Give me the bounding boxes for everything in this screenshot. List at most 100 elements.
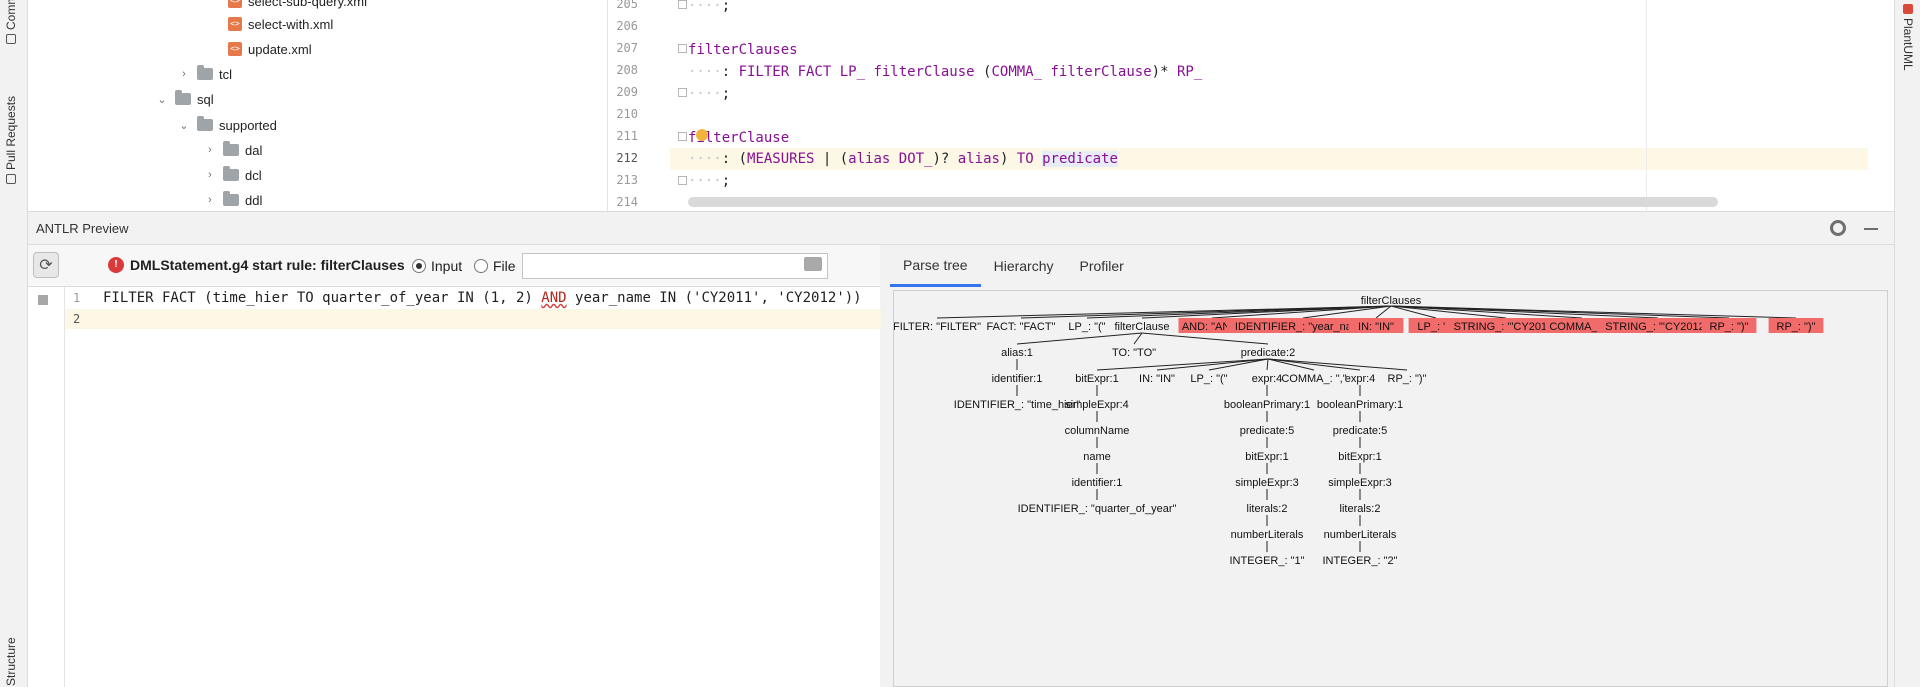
tree-item-supported[interactable]: ⌄ supported [177,115,277,135]
tree-item-label: sql [197,91,214,107]
horizontal-scrollbar[interactable] [688,197,1718,207]
parse-tree-node[interactable]: bitExpr:1 [1338,451,1381,463]
fold-marker-icon[interactable] [678,88,687,97]
parse-tree-node[interactable]: identifier:1 [992,373,1043,385]
tab-parse-tree[interactable]: Parse tree [890,245,981,287]
parse-tree-node[interactable]: INTEGER_: "2" [1322,555,1397,567]
chevron-right-icon[interactable]: › [203,193,217,207]
chevron-down-icon[interactable]: ⌄ [177,118,191,132]
parse-tree-node[interactable]: TO: "TO" [1112,347,1156,359]
parse-tree-node[interactable]: IN: "IN" [1348,318,1404,333]
code-line-208[interactable]: ····: FILTER FACT LP_ filterClause (COMM… [688,61,1202,83]
parse-tree-node[interactable]: expr:4 [1252,373,1283,385]
parse-tree-node[interactable]: COMMA_: "," [1281,373,1346,385]
stop-icon[interactable] [38,295,48,305]
code-line-207[interactable]: filterClauses [688,39,798,61]
fold-marker-icon[interactable] [678,0,687,9]
antlr-input-toolbar: ⟳ ! DMLStatement.g4 start rule: filterCl… [28,245,880,287]
structure-tool-tab[interactable]: Structure [4,637,18,686]
parse-tree-node[interactable]: numberLiterals [1324,529,1397,541]
parse-tree-node[interactable]: STRING_: "'CY2012'" [1597,318,1719,333]
parse-tree-node[interactable]: IDENTIFIER_: "time_hier" [954,399,1080,411]
file-radio[interactable]: File [474,258,516,274]
chevron-right-icon[interactable]: › [203,168,217,182]
parse-tree-node[interactable]: IN: "IN" [1139,373,1175,385]
input-radio-dot[interactable] [412,259,426,273]
parse-tree-node[interactable]: predicate:5 [1240,425,1294,437]
tree-item-select-sub-query-xml[interactable]: <> select-sub-query.xml [228,0,367,11]
tree-item-tcl[interactable]: › tcl [177,64,232,84]
node-label: STRING_: "'CY2012'" [1605,321,1711,333]
chevron-down-icon[interactable]: ⌄ [155,92,169,106]
parse-tree-node[interactable]: name [1083,451,1111,463]
fold-marker-icon[interactable] [678,44,687,53]
tree-item-dcl[interactable]: › dcl [203,165,262,185]
lightbulb-icon[interactable] [696,129,708,141]
parse-tree-root-node[interactable]: filterClauses [1361,295,1422,307]
parse-tree-node[interactable]: booleanPrimary:1 [1224,399,1310,411]
node-label: TO: "TO" [1112,347,1156,359]
tree-item-update-xml[interactable]: <> update.xml [228,39,312,59]
parse-tree-node[interactable]: RP_: ")" [1701,318,1757,333]
tree-item-dal[interactable]: › dal [203,140,262,160]
chevron-right-icon[interactable]: › [203,143,217,157]
folder-icon[interactable] [804,257,822,271]
parse-tree-node[interactable]: literals:2 [1247,503,1288,515]
commit-tool-tab[interactable]: Commit [4,0,18,44]
parse-tree-node[interactable]: bitExpr:1 [1075,373,1118,385]
parse-tree-node[interactable]: FACT: "FACT" [987,321,1056,333]
tree-item-ddl[interactable]: › ddl [203,190,262,210]
code-editor[interactable]: 205 206 207 208 209 210 211 212 213 214 ····; fil… [608,0,1868,211]
parse-tree-node[interactable]: LP_: "(" [1190,373,1227,385]
parse-tree-node[interactable]: RP_: ")" [1388,373,1427,385]
code-line-212[interactable]: ····: (MEASURES | (alias DOT_)? alias) T… [688,148,1118,170]
plantuml-tool-tab[interactable]: PlantUML [1901,4,1915,71]
parse-tree-node[interactable]: LP_: "(" [1068,321,1105,333]
parse-tree-node[interactable]: booleanPrimary:1 [1317,399,1403,411]
node-label: INTEGER_: "2" [1322,555,1397,567]
parse-tree-node[interactable]: alias:1 [1001,347,1033,359]
file-radio-dot[interactable] [474,259,488,273]
refresh-button[interactable]: ⟳ [33,252,59,278]
tab-hierarchy[interactable]: Hierarchy [981,245,1067,287]
code-line-209[interactable]: ····; [688,83,730,105]
code-line-213[interactable]: ····; [688,170,730,192]
antlr-input-editor[interactable]: 1 2 FILTER FACT (time_hier TO quarter_of… [64,287,881,687]
parse-tree-node[interactable]: INTEGER_: "1" [1229,555,1304,567]
gear-icon[interactable] [1830,220,1846,236]
fold-marker-icon[interactable] [678,132,687,141]
parse-tree-node[interactable]: simpleExpr:3 [1328,477,1392,489]
parse-tree-node[interactable]: literals:2 [1340,503,1381,515]
parse-tree-node[interactable]: bitExpr:1 [1245,451,1288,463]
parse-tree-node[interactable]: simpleExpr:3 [1235,477,1299,489]
parse-tree-node[interactable]: predicate:5 [1333,425,1387,437]
minimize-icon[interactable] [1864,228,1878,230]
pull-requests-tool-tab[interactable]: Pull Requests [4,96,18,184]
parse-tree-panel[interactable]: filterClauses FILTER: "FILTER" FACT: "FACT… [893,290,1888,687]
parse-tree-node[interactable]: predicate:2 [1241,347,1295,359]
parse-tree-node[interactable]: simpleExpr:4 [1065,399,1129,411]
parse-tree-node[interactable]: IDENTIFIER_: "quarter_of_year" [1018,503,1177,515]
parse-tree-node[interactable]: numberLiterals [1231,529,1304,541]
input-radio[interactable]: Input [412,258,462,274]
node-label: LP_: "(" [1068,321,1105,333]
tree-item-sql[interactable]: ⌄ sql [155,89,214,109]
parse-tree-node[interactable]: identifier:1 [1072,477,1123,489]
parse-tree-node[interactable]: RP_: ")" [1768,318,1824,333]
tab-profiler[interactable]: Profiler [1067,245,1137,287]
node-label: predicate:5 [1240,425,1294,437]
fold-marker-icon[interactable] [678,176,687,185]
antlr-preview-header: ANTLR Preview [28,211,1894,245]
tree-item-label: update.xml [248,41,312,57]
parse-tree-node[interactable]: expr:4 [1345,373,1376,385]
file-path-input[interactable] [522,253,828,279]
parse-tree-node[interactable]: filterClause [1114,321,1169,333]
node-label: alias:1 [1001,347,1033,359]
parse-tree-node[interactable]: columnName [1065,425,1130,437]
tree-item-select-with-xml[interactable]: <> select-with.xml [228,14,333,34]
parse-tree-node[interactable]: FILTER: "FILTER" [894,321,981,333]
chevron-right-icon[interactable]: › [177,67,191,81]
code-line-205[interactable]: ····; [688,0,730,17]
input-text[interactable]: FILTER FACT (time_hier TO quarter_of_yea… [103,290,862,306]
node-label: INTEGER_: "1" [1229,555,1304,567]
